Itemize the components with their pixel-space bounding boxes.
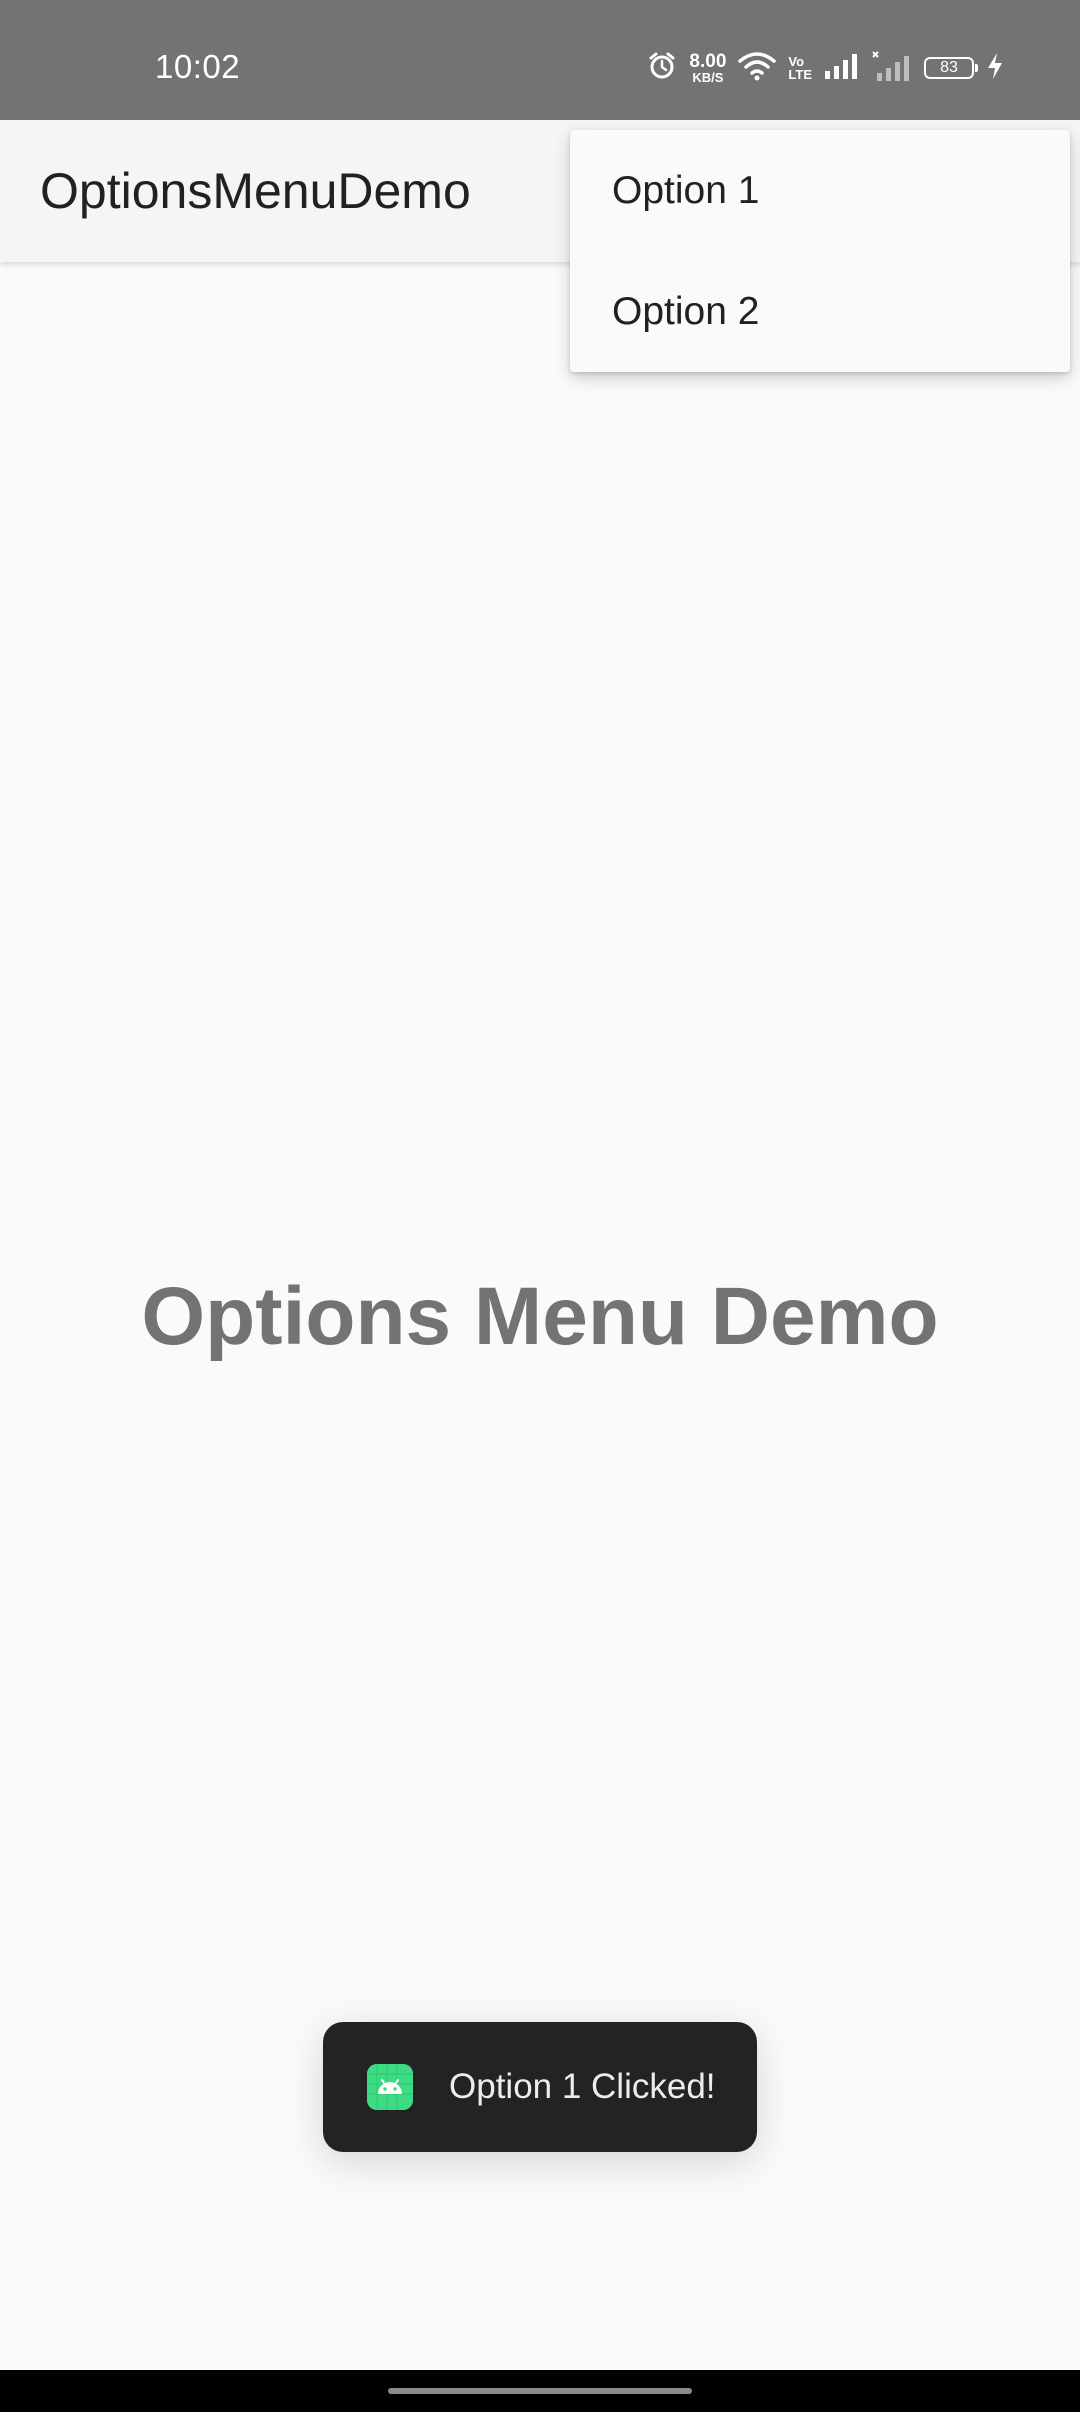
network-speed: 8.00 KB/S bbox=[689, 52, 726, 84]
battery-level: 83 bbox=[940, 59, 958, 76]
android-app-icon bbox=[367, 2064, 413, 2110]
signal-no-service-icon bbox=[872, 50, 912, 86]
volte-indicator: Vo LTE bbox=[788, 55, 812, 81]
signal-icon bbox=[824, 53, 860, 84]
status-time: 10:02 bbox=[155, 48, 241, 85]
status-icons: 8.00 KB/S Vo LTE 83 bbox=[647, 50, 1004, 86]
toast: Option 1 Clicked! bbox=[323, 2022, 757, 2152]
wifi-icon bbox=[738, 51, 777, 86]
options-menu: Option 1 Option 2 bbox=[570, 130, 1070, 372]
volte-bottom: LTE bbox=[788, 67, 812, 82]
status-bar: 10:02 8.00 KB/S Vo LTE 83 bbox=[0, 0, 1080, 120]
menu-item-label: Option 1 bbox=[612, 168, 760, 212]
network-speed-unit: KB/S bbox=[692, 70, 724, 85]
app-title: OptionsMenuDemo bbox=[40, 163, 471, 219]
menu-item-label: Option 2 bbox=[612, 289, 760, 333]
home-gesture-handle[interactable] bbox=[388, 2388, 692, 2394]
main-heading: Options Menu Demo bbox=[141, 1271, 939, 1362]
alarm-icon bbox=[647, 51, 677, 86]
menu-item-option-1[interactable]: Option 1 bbox=[570, 130, 1070, 251]
toast-message: Option 1 Clicked! bbox=[449, 2067, 716, 2106]
charging-icon bbox=[986, 52, 1004, 85]
network-speed-value: 8.00 bbox=[689, 51, 727, 72]
navigation-bar bbox=[0, 2370, 1080, 2412]
battery-icon: 83 bbox=[924, 57, 978, 79]
menu-item-option-2[interactable]: Option 2 bbox=[570, 251, 1070, 372]
